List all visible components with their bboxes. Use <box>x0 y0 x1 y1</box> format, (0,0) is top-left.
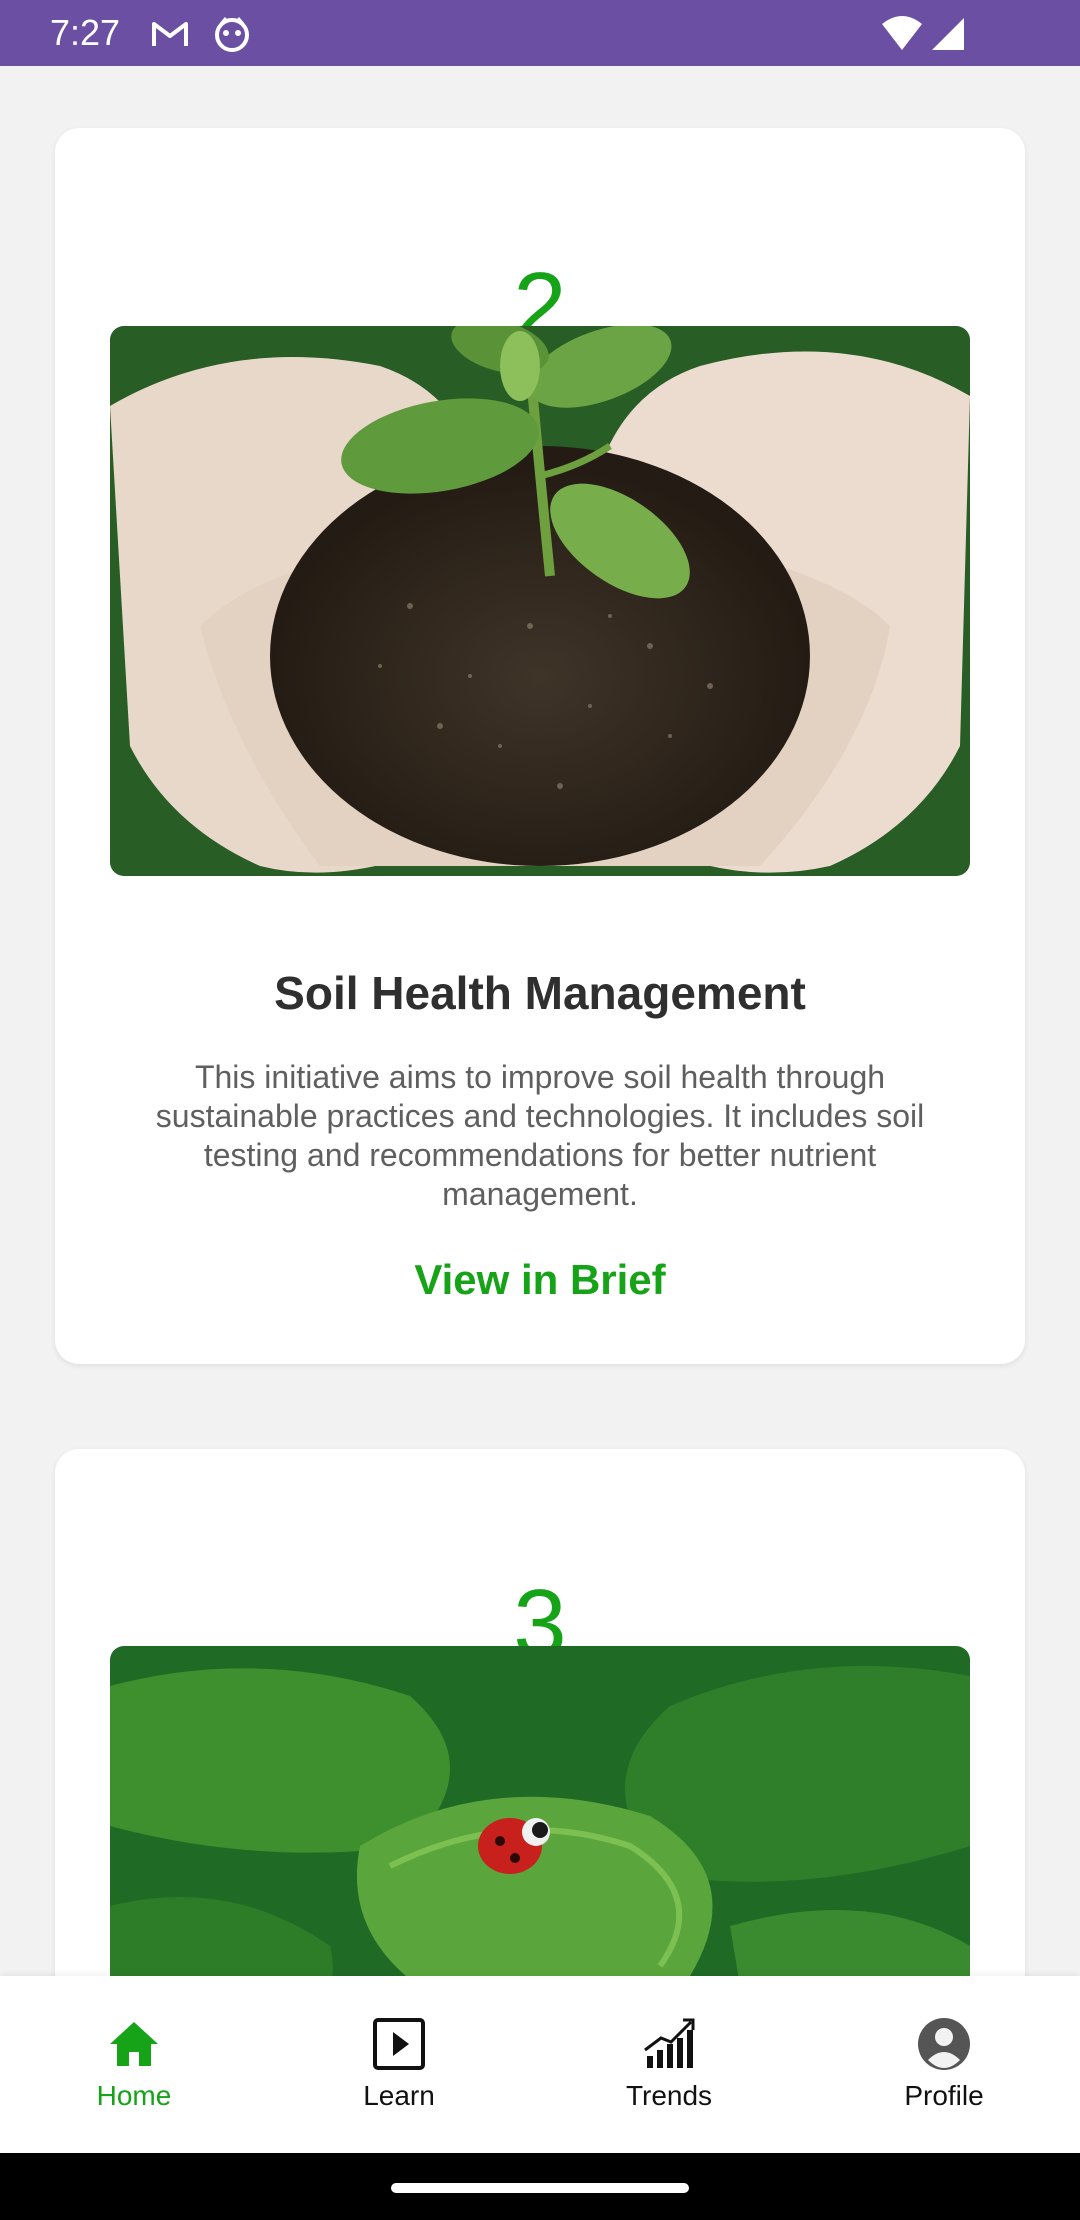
home-gesture-handle[interactable] <box>391 2183 689 2193</box>
nav-trends-label: Trends <box>625 2080 713 2111</box>
system-navigation-bar <box>0 2153 1080 2220</box>
nav-home[interactable]: Home <box>34 1976 234 2153</box>
ladybug-lettuce-image <box>110 1646 970 1976</box>
signal-icon <box>928 14 968 54</box>
wifi-icon <box>880 14 924 54</box>
status-time: 7:27 <box>50 12 121 53</box>
soil-seedling-image <box>110 326 970 876</box>
view-in-brief-link[interactable]: View in Brief <box>55 1256 1025 1304</box>
play-icon <box>371 2016 427 2072</box>
nav-home-label: Home <box>96 2080 172 2111</box>
initiative-card: 2 Soil Health Management This initiative… <box>55 128 1025 1364</box>
nav-learn-label: Learn <box>363 2080 435 2111</box>
nav-trends[interactable]: Trends <box>569 1976 769 2153</box>
bottom-navigation: Home Learn Trends Profile <box>0 1976 1080 2153</box>
card-description: This initiative aims to improve soil hea… <box>155 1059 925 1212</box>
gmail-icon <box>150 14 190 54</box>
status-bar: 7:27 <box>0 0 1080 66</box>
home-icon <box>106 2016 162 2072</box>
initiative-card: 3 <box>55 1449 1025 1976</box>
card-title: Soil Health Management <box>274 967 806 1019</box>
assistant-icon <box>212 14 252 54</box>
profile-icon <box>916 2016 972 2072</box>
trends-chart-icon <box>641 2016 697 2072</box>
nav-learn[interactable]: Learn <box>299 1976 499 2153</box>
nav-profile[interactable]: Profile <box>844 1976 1044 2153</box>
content-scroll[interactable]: 2 Soil Health Management This initiative… <box>0 66 1080 1976</box>
nav-profile-label: Profile <box>904 2080 984 2111</box>
